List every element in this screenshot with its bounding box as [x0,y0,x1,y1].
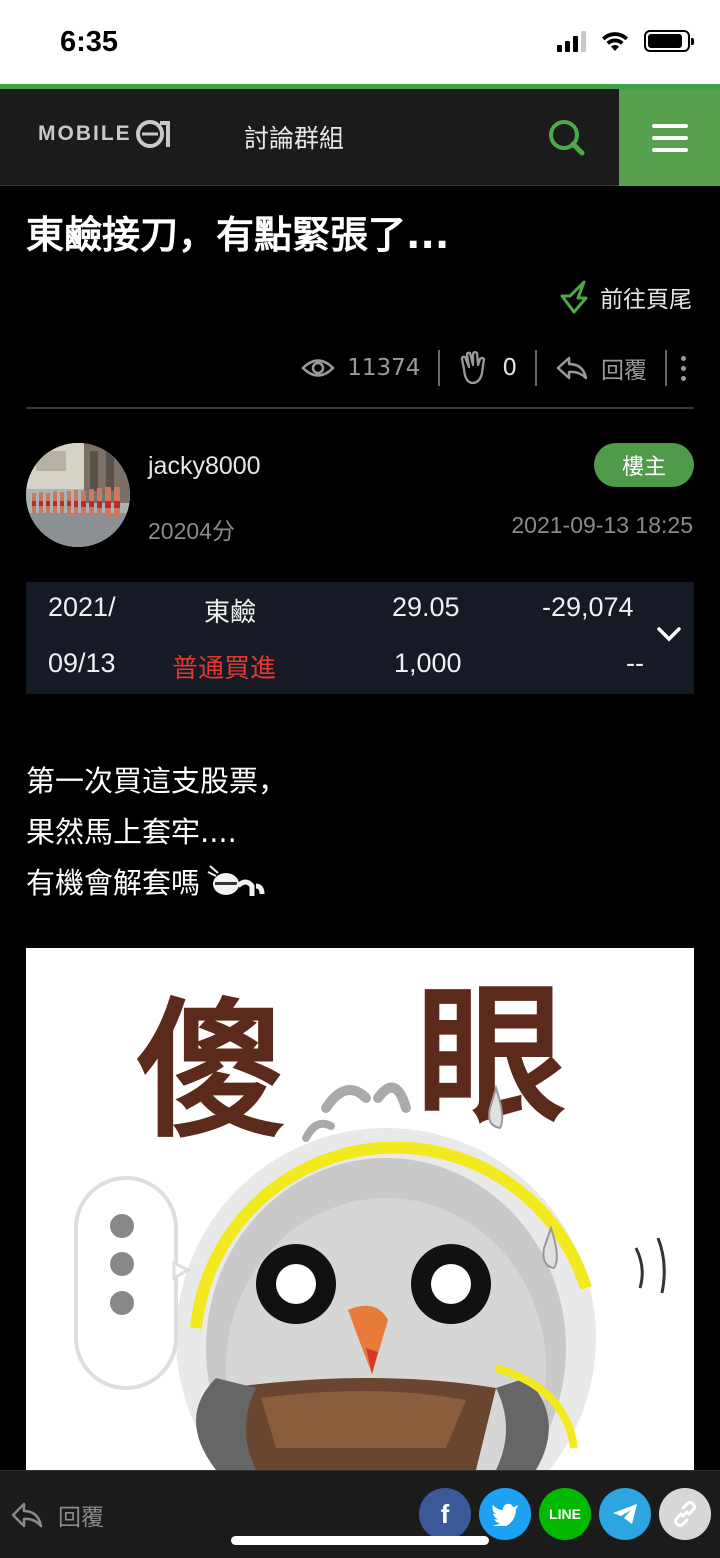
wifi-icon [602,32,628,51]
home-indicator [231,1536,489,1545]
reply-icon [556,356,588,380]
view-count: 11374 [283,355,438,381]
more-button[interactable] [667,355,700,381]
menu-icon [651,123,688,128]
eye-icon [301,359,335,377]
view-count-value: 11374 [347,355,421,381]
status-time: 6:35 [60,26,119,58]
trade-stock: 東鹼 [204,598,257,628]
logo-mark-icon [135,120,170,148]
owl-sticker-illustration: 傻 眼 [74,970,666,1470]
top-nav: MOBILE 討論群組 [0,89,720,186]
avatar-photo [26,443,130,547]
status-icons [557,30,694,52]
reply-button[interactable]: 回覆 [537,351,665,385]
body-line-with-emoji: 有機會解套嗎 [26,858,287,909]
link-icon [674,1501,696,1527]
trade-shares: 1,000 [394,648,462,678]
kneeling-emoji-icon [207,864,265,896]
bottom-reply-label: 回覆 [58,1505,104,1531]
battery-level [648,34,683,48]
trade-amount: -29,074 [542,592,634,622]
like-count-value: 0 [502,355,517,381]
post-body: 第一次買這支股票， 果然馬上套牢.... 有機會解套嗎 [26,756,287,909]
goto-end-icon [560,280,588,314]
telegram-icon [613,1504,637,1524]
chevron-down-icon[interactable] [656,626,682,644]
copy-link-button[interactable] [659,1488,711,1540]
trade-price: 29.05 [392,592,460,622]
nav-title[interactable]: 討論群組 [244,119,344,155]
trade-extra: -- [626,648,644,678]
bottom-reply-button[interactable]: 回覆 [10,1498,104,1532]
goto-end-label: 前往頁尾 [600,287,692,313]
mobile01-logo[interactable]: MOBILE [38,117,178,151]
like-button[interactable]: 0 [440,351,535,385]
author-score: 20204分 [148,518,235,544]
menu-button[interactable] [619,89,720,186]
sticker-text-1: 傻 [136,985,286,1159]
trade-action: 普通買進 [172,654,277,684]
body-line: 第一次買這支股票， [26,764,288,798]
search-icon [549,120,585,156]
twitter-icon [492,1503,518,1526]
trade-date-line2: 09/13 [48,648,116,678]
facebook-icon: f [440,1498,450,1529]
divider [26,407,694,409]
post-sticker-image[interactable]: 傻 眼 [26,948,694,1470]
avatar[interactable] [26,443,130,547]
signal-icon [557,30,586,52]
body-line: 有機會解套嗎 [26,866,201,900]
status-bar: 6:35 [0,0,720,84]
post-date: 2021-09-13 18:25 [511,512,693,538]
share-line-button[interactable]: LINE [539,1488,591,1540]
post-title: 東鹼接刀，有點緊張了... [26,213,450,257]
goto-end-link[interactable]: 前往頁尾 [560,280,692,314]
battery-icon [644,30,694,52]
logo-text: MOBILE [38,122,132,145]
trade-record-card[interactable]: 2021/ 09/13 東鹼 普通買進 29.05 1,000 -29,074 … [26,582,694,694]
trade-date-line1: 2021/ [48,592,116,622]
post-stats: 11374 0 回覆 [283,348,700,388]
share-twitter-button[interactable] [479,1488,531,1540]
clap-icon [461,351,486,385]
line-icon: LINE [549,1506,581,1522]
more-icon [681,355,686,361]
share-telegram-button[interactable] [599,1488,651,1540]
reply-icon [11,1502,43,1528]
reply-label: 回覆 [601,358,647,384]
share-facebook-button[interactable]: f [419,1488,471,1540]
search-button[interactable] [544,115,588,159]
body-line: 果然馬上套牢.... [26,815,237,849]
author-username[interactable]: jacky8000 [148,452,261,481]
op-badge: 樓主 [594,443,694,487]
